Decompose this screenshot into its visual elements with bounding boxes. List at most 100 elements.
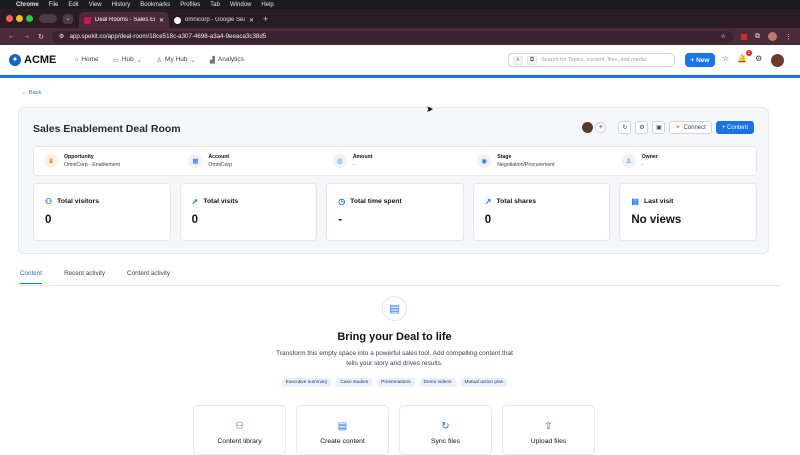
close-tab-icon[interactable]: ✕ [249, 17, 254, 24]
chip-presentations[interactable]: Presentations [377, 378, 415, 387]
browser-menu-icon[interactable]: ⋮ [785, 33, 792, 41]
nav-hub[interactable]: ▭ Hub ⌄ [113, 56, 143, 64]
upload-icon: ⇪ [544, 421, 553, 432]
connect-button[interactable]: ✷ Connect [669, 121, 712, 134]
user-icon: ♙ [621, 154, 636, 168]
stat-value: - [338, 214, 343, 226]
share-icon: ↗ [484, 197, 492, 206]
stats-row: ⚇ Total visitors 0 ➚ Total visits 0 ◷ Total… [33, 183, 757, 241]
user-avatar[interactable] [771, 54, 784, 67]
nav-accent-bar [0, 75, 800, 78]
back-arrow-icon[interactable]: ← [8, 33, 15, 40]
stat-label: Total visitors [57, 198, 99, 205]
calendar-icon: ▤ [631, 197, 639, 206]
new-button[interactable]: + New [685, 53, 715, 67]
reload-icon[interactable]: ↻ [38, 33, 44, 41]
nav-label: Analytics [217, 56, 244, 63]
minimize-window-icon[interactable] [16, 15, 23, 22]
add-collaborator-icon[interactable]: + [595, 122, 607, 133]
stat-total-shares: ↗ Total shares 0 [472, 183, 611, 241]
forward-arrow-icon[interactable]: → [23, 33, 30, 40]
preview-icon[interactable]: ▣ [652, 121, 666, 134]
menu-view[interactable]: View [89, 2, 102, 8]
stat-value: 0 [484, 214, 492, 226]
tab-content-activity[interactable]: Content activity [127, 270, 170, 284]
chip-mutual-action-plan[interactable]: Mutual action plan [460, 378, 508, 387]
stat-total-time-spent: ◷ Total time spent - [326, 183, 464, 241]
search-placeholder: Search for Topics, content, files, and m… [541, 57, 647, 63]
menu-file[interactable]: File [49, 2, 59, 8]
star-icon[interactable]: ☆ [722, 54, 729, 63]
users-icon: ⚇ [45, 197, 53, 206]
sidebar-toggle-button[interactable] [39, 14, 57, 23]
library-icon: ⚇ [235, 421, 244, 432]
menu-tab[interactable]: Tab [210, 2, 220, 8]
detail-value: OmniCorp - Enablement [64, 162, 120, 168]
browser-tab-google[interactable]: omnicorp - Google Search ✕ [169, 12, 259, 28]
upload-files-card[interactable]: ⇪ Upload files [502, 405, 595, 455]
maximize-window-icon[interactable] [26, 15, 33, 22]
detail-label: Account [208, 154, 230, 160]
chip-case-studies[interactable]: Case studies [336, 378, 373, 387]
refresh-icon[interactable]: ↻ [618, 121, 632, 134]
menu-profiles[interactable]: Profiles [180, 2, 200, 8]
sync-files-card[interactable]: ↻ Sync files [399, 405, 492, 455]
chevron-down-icon: ⌄ [136, 56, 143, 64]
acme-logo[interactable]: ✦ ACME [9, 53, 56, 66]
add-content-button[interactable]: + Content [715, 121, 754, 134]
copy-link-icon[interactable]: ⧉ [527, 55, 537, 65]
nav-home[interactable]: ⌂ Home [74, 56, 98, 63]
close-tab-icon[interactable]: ✕ [159, 17, 164, 24]
crown-icon: ♛ [44, 154, 58, 168]
back-link[interactable]: ← Back [22, 90, 41, 96]
tabs-divider [20, 285, 780, 286]
tab-title: Deal Rooms - Sales Enableme [95, 17, 155, 23]
detail-value: Negotiation/Procurement [497, 162, 555, 168]
menu-bookmarks[interactable]: Bookmarks [140, 2, 170, 8]
bell-icon[interactable]: 🔔 1 [737, 50, 753, 63]
bookmark-star-icon[interactable]: ☆ [720, 33, 726, 40]
gear-icon[interactable]: ⚙ [755, 54, 762, 63]
spekit-favicon-icon [84, 16, 91, 24]
tab-content[interactable]: Content [20, 270, 43, 284]
deal-room-actions: + ↻ ⚙ ▣ ✷ Connect + Content [582, 121, 754, 134]
browser-profile-avatar[interactable] [768, 32, 777, 41]
menubar-app-name[interactable]: Chrome [16, 2, 39, 8]
stat-total-visits: ➚ Total visits 0 [179, 183, 318, 241]
card-label: Content library [217, 438, 262, 445]
menu-window[interactable]: Window [230, 2, 251, 8]
detail-account: ▦ Account OmniCorp [178, 147, 322, 175]
new-tab-icon[interactable]: + [263, 14, 268, 24]
cursor-icon: ➚ [191, 197, 199, 206]
content-library-card[interactable]: ⚇ Content library [193, 405, 286, 455]
nav-my-hub[interactable]: ♙ My Hub ⌄ [156, 56, 196, 64]
global-search-input[interactable]: ⌕ ⧉ Search for Topics, content, files, a… [508, 53, 675, 67]
browser-tab-deal-rooms[interactable]: Deal Rooms - Sales Enableme ✕ [79, 12, 169, 28]
nav-analytics[interactable]: ▟ Analytics [210, 56, 244, 64]
chip-demo-videos[interactable]: Demo videos [419, 378, 456, 387]
extension-record-icon[interactable] [741, 33, 747, 40]
address-bar[interactable]: ⚙ app.spekit.co/app/deal-room/18ce518c-a… [51, 30, 733, 43]
card-label: Upload files [530, 438, 567, 445]
detail-label: Opportunity [64, 154, 94, 160]
dollar-icon: ◎ [332, 154, 347, 168]
menu-help[interactable]: Help [261, 2, 273, 8]
menu-edit[interactable]: Edit [68, 2, 78, 8]
menu-history[interactable]: History [112, 2, 131, 8]
stat-total-visitors: ⚇ Total visitors 0 [33, 183, 171, 241]
detail-label: Stage [497, 154, 512, 160]
acme-logo-icon: ✦ [9, 53, 21, 66]
tab-recent-activity[interactable]: Recent activity [64, 270, 105, 284]
window-controls [6, 15, 33, 22]
close-window-icon[interactable] [6, 15, 13, 22]
extensions-puzzle-icon[interactable]: ⧉ [755, 33, 760, 41]
stat-label: Total visits [203, 198, 239, 205]
site-info-icon[interactable]: ⚙ [59, 33, 65, 40]
chip-executive-summary[interactable]: Executive summary [281, 378, 332, 387]
create-content-card[interactable]: ▤ Create content [296, 405, 389, 455]
settings-icon[interactable]: ⚙ [635, 121, 649, 134]
tab-search-chevron-icon[interactable]: ⌄ [63, 13, 73, 24]
stat-label: Last visit [643, 198, 674, 205]
collaborator-avatar[interactable] [582, 122, 594, 133]
os-menubar: Chrome File Edit View History Bookmarks … [0, 0, 800, 9]
